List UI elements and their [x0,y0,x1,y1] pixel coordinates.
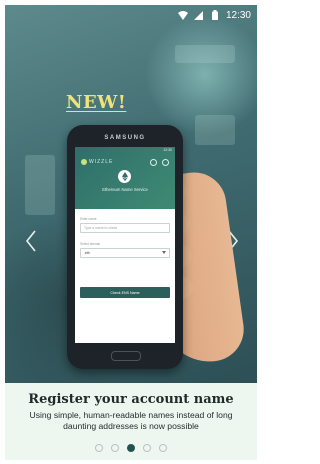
pagination-dots [5,444,257,452]
app-header-icons [150,159,169,166]
account-icon [150,159,157,166]
page-dot[interactable] [111,444,119,452]
phone-home-button [111,351,141,361]
status-time: 12:30 [225,9,251,21]
battery-icon [210,10,220,20]
logo-icon [81,159,87,165]
page-dot[interactable] [95,444,103,452]
page-dot[interactable] [143,444,151,452]
slide-title: Register your account name [28,392,234,407]
service-title: Ethereum Name Service [102,187,148,192]
chevron-down-icon [162,251,166,255]
phone-screen: 12:30 WIZZLE Ethereum Name Service Enter… [75,147,175,343]
mini-status-bar: 12:30 [163,148,172,152]
background-blur [25,155,55,215]
app-name: WIZZLE [89,159,114,165]
name-field-label: Enter name [80,217,97,221]
app-logo: WIZZLE [81,159,113,165]
menu-icon [162,159,169,166]
domain-field-label: Select domain [80,242,101,246]
wifi-icon [177,10,188,20]
hero-image: 12:30 NEW! SAMSUNG 12:30 WIZZLE Ethereum… [5,5,257,383]
slide-subtitle: Using simple, human-readable names inste… [29,410,233,431]
previous-arrow[interactable] [21,227,41,255]
phone-mockup: SAMSUNG 12:30 WIZZLE Ethereum Name Servi… [67,125,183,369]
page-dot-active[interactable] [127,444,135,452]
phone-brand: SAMSUNG [104,135,146,141]
name-input: Type a name to check [80,223,170,233]
background-blur [175,45,235,63]
ethereum-icon [118,170,131,183]
background-blur [195,115,235,145]
status-bar: 12:30 [5,5,257,25]
domain-select: .eth [80,248,170,258]
signal-icon [194,10,204,20]
page-dot[interactable] [159,444,167,452]
check-ens-button: Check ENS Name [80,287,170,298]
new-label: NEW! [66,92,127,113]
onboarding-screen: 12:30 NEW! SAMSUNG 12:30 WIZZLE Ethereum… [5,5,257,460]
domain-select-value: .eth [84,251,90,255]
app-header: 12:30 WIZZLE Ethereum Name Service [75,147,175,209]
